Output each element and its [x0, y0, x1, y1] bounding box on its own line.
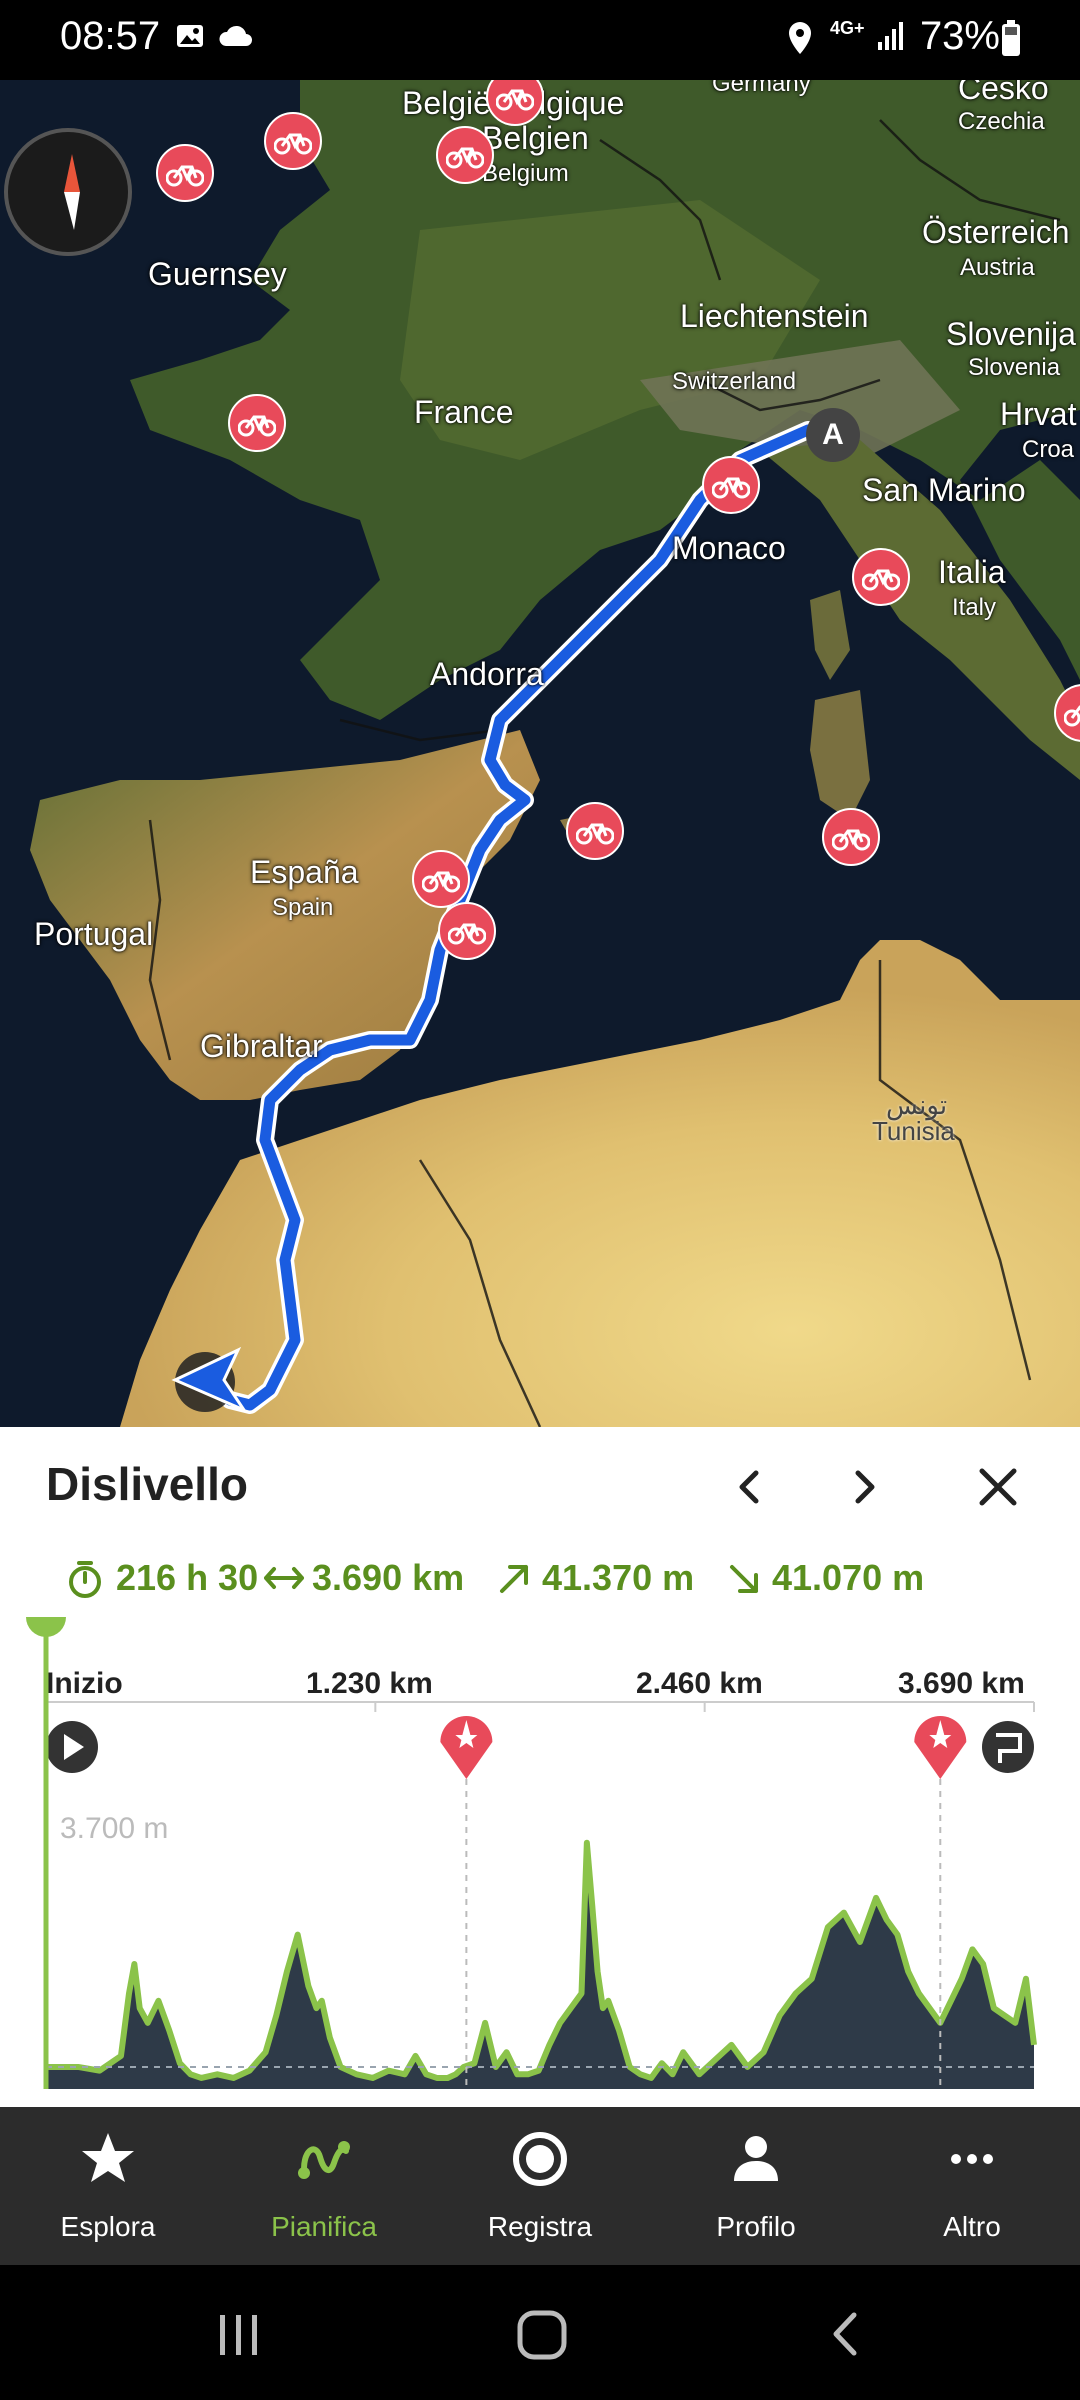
nav-altro[interactable]: Altro [864, 2107, 1080, 2265]
bike-icon [1064, 705, 1080, 727]
bottom-navigation: Esplora Pianifica Registra Profilo Altro [0, 2107, 1080, 2265]
back-icon[interactable] [820, 2309, 870, 2359]
map-label-switzerland: Switzerland [672, 368, 797, 395]
bike-poi[interactable] [412, 850, 470, 908]
route-start-marker[interactable]: A [806, 408, 860, 462]
signal-icon [878, 22, 903, 50]
y-min-label: 0 m [60, 2035, 111, 2068]
battery-percent: 73% [919, 14, 1000, 58]
map-label-san-marino: San Marino [862, 472, 1026, 508]
nav-label: Registra [487, 2211, 593, 2242]
record-icon [513, 2132, 567, 2186]
person-icon [734, 2136, 778, 2181]
bike-icon [274, 133, 312, 155]
map-label-hrvat: Hrvat [1000, 396, 1077, 432]
y-max-label: 3.700 m [60, 1812, 169, 1845]
nav-profilo[interactable]: Profilo [648, 2107, 864, 2265]
map-label-gibraltar: Gibraltar [200, 1028, 323, 1064]
chevron-right-icon[interactable] [834, 1457, 894, 1517]
nav-pianifica[interactable]: Pianifica [216, 2107, 432, 2265]
nav-label: Esplora [60, 2211, 156, 2242]
stat-ascent: 41.370 m [542, 1557, 695, 1598]
bike-icon [576, 823, 614, 845]
distance-icon [264, 1567, 304, 1589]
bike-icon [446, 147, 484, 169]
stat-distance: 3.690 km [312, 1557, 465, 1598]
nav-label: Pianifica [271, 2211, 377, 2242]
map-label-belgien: Belgien [482, 120, 589, 156]
bike-poi[interactable] [228, 394, 286, 452]
nav-label: Altro [943, 2211, 1001, 2242]
close-icon[interactable] [968, 1457, 1028, 1517]
map-label-france: France [414, 394, 514, 430]
elevation-panel: Dislivello 216 h 30 3.690 km 41.370 m 41… [0, 1427, 1080, 2107]
more-icon [951, 2154, 993, 2164]
status-time: 08:57 [60, 14, 161, 58]
bike-poi[interactable] [264, 112, 322, 170]
bike-poi[interactable] [436, 126, 494, 184]
route-icon [298, 2141, 350, 2179]
bike-icon [448, 923, 486, 945]
stat-duration: 216 h 30 [116, 1557, 259, 1598]
map-label-slovenia: Slovenia [968, 354, 1061, 381]
map-label-spain: Spain [272, 894, 334, 921]
chevron-left-icon[interactable] [720, 1457, 780, 1517]
ascent-icon [500, 1565, 528, 1593]
map-label-andorra: Andorra [430, 656, 544, 692]
stopwatch-icon [69, 1561, 101, 1598]
map-label-germany: Germany [712, 80, 811, 97]
battery-icon [1002, 20, 1020, 56]
map-label-croa: Croa [1022, 436, 1075, 463]
bike-poi[interactable] [438, 902, 496, 960]
map-label-czechia: Czechia [958, 108, 1045, 135]
bike-poi[interactable] [822, 808, 880, 866]
map-view[interactable]: België Belgique Belgien Belgium Germany … [0, 80, 1080, 1427]
compass-button[interactable] [4, 128, 132, 256]
network-type: 4G+ [830, 18, 865, 38]
map-label-liechtenstein: Liechtenstein [680, 298, 869, 334]
bike-icon [166, 165, 204, 187]
map-label-guernsey: Guernsey [148, 256, 287, 292]
bike-icon [422, 871, 460, 893]
home-icon[interactable] [516, 2309, 568, 2361]
bike-poi[interactable] [156, 144, 214, 202]
recent-apps-icon[interactable] [214, 2309, 264, 2359]
map-label-austria: Austria [960, 254, 1035, 281]
star-icon [82, 2133, 134, 2182]
elevation-chart[interactable] [0, 1617, 1080, 2107]
location-icon [789, 22, 811, 54]
position-cursor-handle [26, 1617, 66, 1637]
map-label-monaco: Monaco [672, 530, 786, 566]
map-label-belgium: Belgium [482, 160, 569, 187]
bike-icon [712, 477, 750, 499]
map-label-cesko: Česko [958, 80, 1049, 106]
map-label-osterreich: Österreich [922, 214, 1070, 250]
bike-poi[interactable] [852, 548, 910, 606]
bike-poi[interactable] [702, 456, 760, 514]
cloud-icon [219, 25, 252, 46]
map-label-slovenija: Slovenija [946, 316, 1076, 352]
stat-descent: 41.070 m [772, 1557, 925, 1598]
descent-icon [730, 1565, 758, 1593]
nav-registra[interactable]: Registra [432, 2107, 648, 2265]
compass-icon [64, 154, 80, 230]
bike-poi[interactable] [566, 802, 624, 860]
map-label-espana: España [250, 854, 359, 890]
nav-esplora[interactable]: Esplora [0, 2107, 216, 2265]
gallery-icon [177, 25, 203, 47]
finish-marker [982, 1721, 1034, 1773]
bike-icon [832, 829, 870, 851]
panel-title: Dislivello [46, 1458, 248, 1510]
map-label-tunisia: Tunisia [872, 1116, 955, 1146]
system-navigation-bar [0, 2265, 1080, 2400]
map-label-italia: Italia [938, 554, 1006, 590]
map-label-portugal: Portugal [34, 916, 154, 952]
bike-icon [862, 569, 900, 591]
bike-icon [238, 415, 276, 437]
map-label-italy: Italy [952, 594, 997, 621]
status-bar: 08:57 4G+ 73% [0, 0, 1080, 80]
nav-label: Profilo [716, 2211, 796, 2242]
bike-icon [496, 89, 534, 111]
